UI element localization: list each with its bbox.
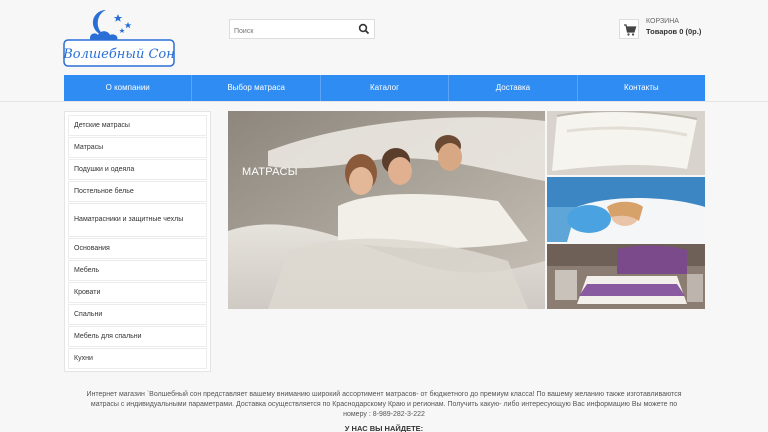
logo-text: Волшебный Сон [62,47,175,62]
sidebar-item-pillows-blankets[interactable]: Подушки и одеяла [68,159,207,180]
thumb-mattress-topper[interactable] [547,111,705,175]
family-sleeping-image [228,111,545,309]
about-text: Интернет магазин `Волшебный сон представ… [86,391,682,418]
sidebar-item-bedding[interactable]: Постельное белье [68,181,207,202]
sidebar-item-furniture[interactable]: Мебель [68,260,207,281]
search-input[interactable] [230,22,352,41]
woman-on-pillow-image [547,177,705,242]
sidebar-item-bedroom-furniture[interactable]: Мебель для спальни [68,326,207,347]
cart-count[interactable]: Товаров 0 (0р.) [646,27,701,36]
category-sidebar: Детские матрасы Матрасы Подушки и одеяла… [64,111,211,372]
sidebar-item-bedrooms[interactable]: Спальни [68,304,207,325]
site-logo[interactable]: Волшебный Сон [62,8,176,68]
thumb-pillow[interactable] [547,177,705,242]
nav-item-mattress-choice[interactable]: Выбор матраса [192,75,321,101]
main-nav: О компании Выбор матраса Каталог Доставк… [64,75,705,101]
sidebar-item-mattresses[interactable]: Матрасы [68,137,207,158]
search-icon[interactable] [358,23,370,35]
cart-button[interactable] [619,19,639,39]
hero-title: МАТРАСЫ [242,166,298,178]
bedroom-image [547,244,705,309]
header-divider [0,101,768,102]
header: Волшебный Сон КОРЗИНА Товаров 0 (0р.) [0,0,768,75]
cart-label[interactable]: КОРЗИНА [646,18,679,25]
sidebar-item-kids-mattresses[interactable]: Детские матрасы [68,115,207,136]
thumb-bedroom[interactable] [547,244,705,309]
sidebar-item-bases[interactable]: Основания [68,238,207,259]
section-heading: У НАС ВЫ НАЙДЕТЕ: [344,424,424,432]
mattress-topper-image [547,111,705,175]
nav-item-about[interactable]: О компании [64,75,193,101]
nav-item-delivery[interactable]: Доставка [449,75,578,101]
search-box [229,19,375,41]
sidebar-item-mattress-covers[interactable]: Наматрасники и защитные чехлы [68,203,207,237]
sidebar-item-beds[interactable]: Кровати [68,282,207,303]
sidebar-item-kitchens[interactable]: Кухни [68,348,207,369]
nav-item-catalog[interactable]: Каталог [321,75,450,101]
nav-item-contacts[interactable]: Контакты [578,75,705,101]
cart-icon [624,24,637,36]
hero-banner[interactable]: МАТРАСЫ [228,111,545,309]
